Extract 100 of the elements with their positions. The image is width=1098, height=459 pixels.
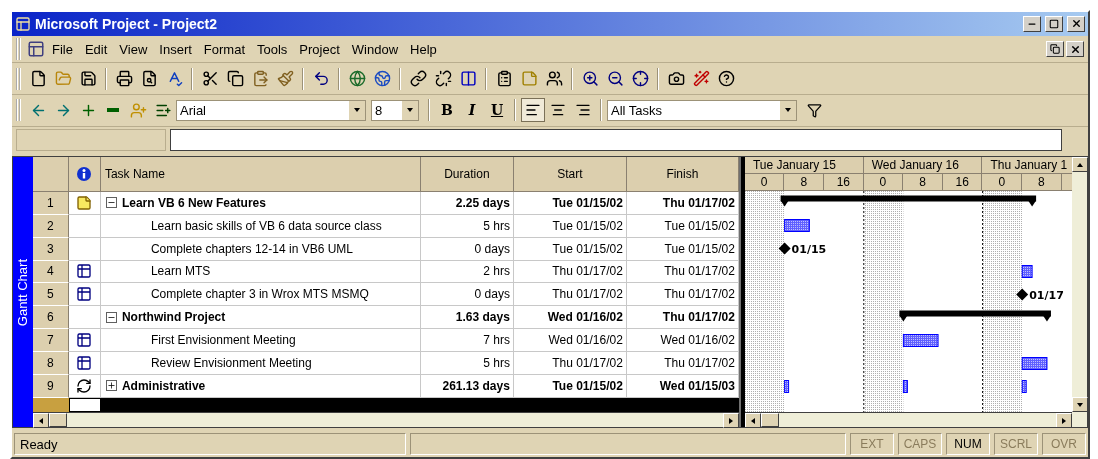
select-all-corner[interactable] <box>32 157 69 193</box>
status-indicator: NUM <box>946 433 990 456</box>
app-icon <box>15 15 31 32</box>
finish-cell: Tue 01/15/02 <box>626 237 739 261</box>
start-cell: Wed 01/16/02 <box>513 306 627 329</box>
menu-item[interactable]: Help <box>405 39 442 59</box>
camera-icon <box>667 70 685 88</box>
menu-item[interactable]: File <box>47 39 78 59</box>
timescale-day: Tue January 15 <box>744 157 864 174</box>
zoom-in-icon <box>581 70 599 88</box>
scroll-right-button[interactable] <box>1056 413 1072 428</box>
column-header[interactable]: Start <box>513 157 627 193</box>
start-cell: Tue 01/15/02 <box>513 192 627 215</box>
minimize-button[interactable] <box>1023 15 1041 32</box>
finish-cell: Thu 01/17/02 <box>626 192 739 215</box>
task-name: Learn MTS <box>150 264 211 279</box>
underline-button[interactable]: U <box>485 98 509 123</box>
toolbar-grip[interactable] <box>16 67 21 90</box>
horizontal-scrollbar[interactable] <box>32 412 739 428</box>
scroll-down-button[interactable] <box>1072 397 1088 413</box>
menu-item[interactable]: View <box>114 39 153 59</box>
maximize-icon <box>1049 18 1059 29</box>
menu-item[interactable]: Format <box>198 39 250 59</box>
new-file-icon <box>29 70 47 88</box>
menu-item[interactable]: Insert <box>154 39 197 59</box>
menu-item[interactable]: Project <box>294 39 345 59</box>
timescale-tick: 16 <box>824 174 864 191</box>
task-name: Complete chapter 3 in Wrox MTS MSMQ <box>150 287 369 302</box>
status-indicator: OVR <box>1042 433 1086 456</box>
right-arrow-icon <box>726 416 735 425</box>
row-number[interactable]: 6 <box>32 306 69 329</box>
bold-button[interactable]: B <box>435 98 459 123</box>
menu-item[interactable]: Tools <box>252 39 293 59</box>
column-header[interactable]: Task Name <box>100 157 421 193</box>
close-button[interactable] <box>1067 15 1085 32</box>
earth-icon <box>373 70 391 88</box>
finish-cell: Thu 01/17/02 <box>626 260 739 284</box>
start-cell: Wed 01/16/02 <box>513 329 627 352</box>
expand-icon[interactable] <box>105 380 117 392</box>
task-name: Learn basic skills of VB 6 data source class <box>150 218 382 233</box>
save-icon <box>79 70 97 88</box>
column-header[interactable]: Duration <box>420 157 514 193</box>
calendar-icon <box>76 354 93 371</box>
user-plus-icon <box>129 101 147 119</box>
copy-icon <box>226 70 244 88</box>
scroll-right-button[interactable] <box>722 413 739 429</box>
toolbar-grip[interactable] <box>16 38 21 61</box>
duration-cell: 7 hrs <box>420 329 514 352</box>
maximize-button[interactable] <box>1045 15 1063 32</box>
filter-dropdown[interactable]: All Tasks <box>607 99 797 121</box>
milestone-label: 01/15 <box>791 242 827 256</box>
status-indicator: EXT <box>850 433 894 456</box>
split-icon <box>459 70 477 88</box>
start-cell: Thu 01/17/02 <box>513 283 627 307</box>
font-size-dropdown[interactable]: 8 <box>371 99 419 121</box>
paste-icon <box>251 70 269 88</box>
entry-field[interactable] <box>170 129 1062 152</box>
note-icon <box>76 194 93 211</box>
finish-cell: Thu 01/17/02 <box>626 283 739 307</box>
undo-icon <box>312 70 330 88</box>
collapse-icon[interactable] <box>105 197 117 209</box>
print-icon <box>115 70 133 88</box>
status-message: Ready <box>14 433 406 456</box>
timescale-tick: 0 <box>863 174 904 191</box>
view-bar[interactable]: Gantt Chart <box>13 157 33 428</box>
dropdown-arrow-icon <box>1076 400 1084 409</box>
task-name: First Envisionment Meeting <box>150 332 296 347</box>
cut-icon <box>201 70 219 88</box>
row-number[interactable]: 5 <box>32 283 69 307</box>
close-icon <box>1070 18 1082 30</box>
duration-cell: 1.63 days <box>420 306 514 329</box>
close-button[interactable] <box>1066 41 1084 58</box>
note-icon <box>520 70 538 88</box>
finish-cell: Wed 01/15/03 <box>626 374 739 398</box>
right-arrow-icon <box>1060 416 1068 425</box>
filter-icon <box>806 102 822 118</box>
menu-item[interactable]: Edit <box>79 39 113 59</box>
row-number[interactable]: 7 <box>32 329 69 352</box>
horizontal-scrollbar[interactable] <box>744 412 1072 428</box>
collapse-icon[interactable] <box>105 311 117 323</box>
align-left-button[interactable] <box>521 98 545 123</box>
timescale-tick: 16 <box>942 174 983 191</box>
clipboard-icon <box>495 70 513 88</box>
finish-cell: Thu 01/17/02 <box>626 306 739 329</box>
task-name: Northwind Project <box>121 310 226 325</box>
toolbar-grip[interactable] <box>16 99 21 122</box>
milestone-label: 01/17 <box>1029 288 1064 302</box>
status-indicator: CAPS <box>898 433 942 456</box>
minus-icon <box>107 108 119 113</box>
calendar-icon <box>76 263 93 280</box>
link-icon <box>409 70 427 88</box>
task-name: Complete chapters 12-14 in VB6 UML <box>150 241 353 256</box>
font-dropdown[interactable]: Arial <box>176 99 366 121</box>
row-number[interactable]: 1 <box>32 192 69 215</box>
timescale-tick: 0 <box>744 174 785 191</box>
menu-item[interactable]: Window <box>346 39 404 59</box>
restore-button[interactable] <box>1046 41 1064 58</box>
scroll-up-button[interactable] <box>1072 157 1088 173</box>
italic-button[interactable]: I <box>460 98 484 123</box>
column-header[interactable]: Finish <box>626 157 739 193</box>
